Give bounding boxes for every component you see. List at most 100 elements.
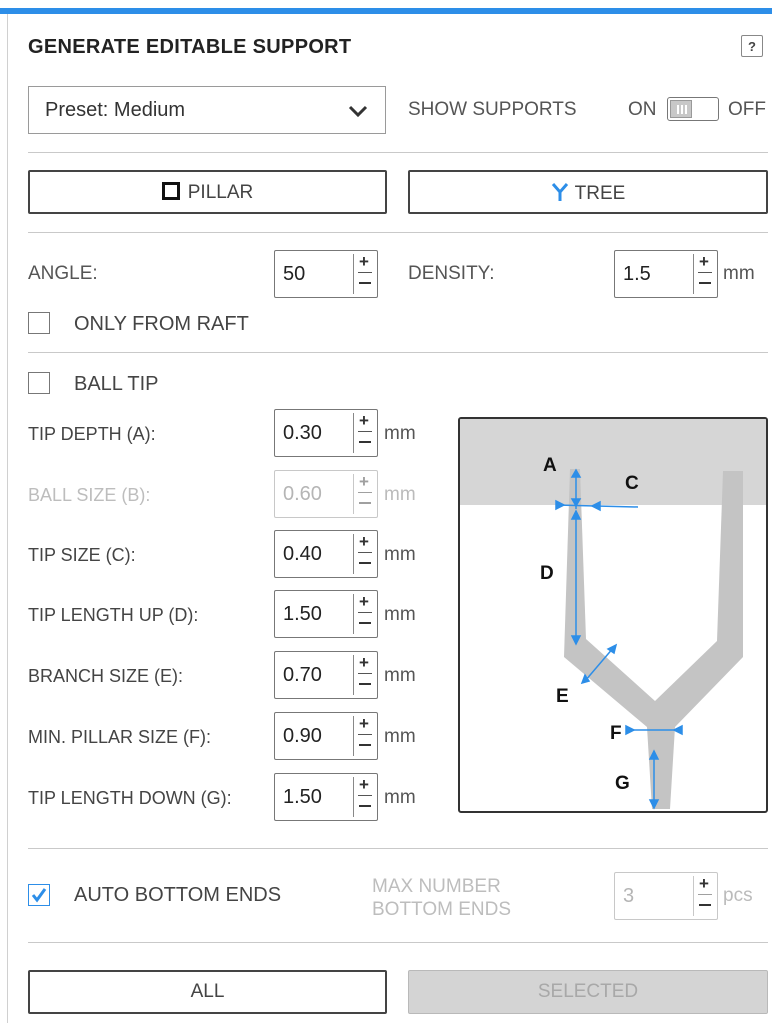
- only-from-raft-label: ONLY FROM RAFT: [74, 313, 249, 335]
- divider: [28, 848, 768, 849]
- increment-button: +: [359, 472, 369, 491]
- auto-bottom-ends-checkbox[interactable]: [28, 884, 50, 906]
- ball-tip-checkbox[interactable]: [28, 372, 50, 394]
- tip-length-up-input[interactable]: 1.50 +: [274, 590, 378, 638]
- decrement-button[interactable]: [699, 282, 711, 284]
- y-branch-icon: [551, 183, 568, 201]
- unit-label: mm: [384, 787, 416, 808]
- decrement-button[interactable]: [359, 744, 371, 746]
- increment-button[interactable]: +: [359, 715, 369, 733]
- ball-size-label: BALL SIZE (B):: [28, 485, 151, 505]
- density-unit: mm: [723, 263, 755, 284]
- panel-title: GENERATE EDITABLE SUPPORT: [28, 36, 352, 58]
- tip-length-up-label: TIP LENGTH UP (D):: [28, 605, 199, 625]
- unit-label: mm: [384, 484, 416, 505]
- toggle-off-label: OFF: [728, 99, 766, 120]
- tree-support-illustration: A C D E F G: [460, 419, 766, 810]
- density-input[interactable]: 1.5 +: [614, 250, 718, 298]
- angle-label: ANGLE:: [28, 263, 98, 284]
- show-supports-toggle[interactable]: [667, 97, 719, 121]
- toggle-on-label: ON: [628, 99, 657, 120]
- increment-button[interactable]: +: [359, 253, 369, 271]
- increment-button[interactable]: +: [359, 412, 369, 430]
- min-pillar-size-label: MIN. PILLAR SIZE (F):: [28, 727, 212, 747]
- input-value: 0.40: [283, 543, 322, 565]
- decrement-button[interactable]: [359, 562, 371, 564]
- pillar-button[interactable]: PILLAR: [28, 170, 387, 214]
- density-value: 1.5: [623, 263, 651, 285]
- max-bottom-ends-label: MAX NUMBER BOTTOM ENDS: [372, 875, 511, 921]
- tip-depth-label: TIP DEPTH (A):: [28, 424, 156, 444]
- angle-value: 50: [283, 263, 306, 285]
- increment-button[interactable]: +: [359, 776, 369, 794]
- increment-button[interactable]: +: [359, 654, 369, 672]
- decrement-button: [359, 502, 371, 504]
- panel-left-border: [7, 14, 8, 1023]
- square-outline-icon: [161, 182, 180, 200]
- tip-size-input[interactable]: 0.40 +: [274, 530, 378, 578]
- all-button[interactable]: ALL: [28, 970, 387, 1014]
- checkmark-icon: [31, 888, 47, 903]
- input-value: 0.70: [283, 664, 322, 686]
- tip-size-label: TIP SIZE (C):: [28, 545, 136, 565]
- decrement-button[interactable]: [359, 282, 371, 284]
- branch-size-input[interactable]: 0.70 +: [274, 651, 378, 699]
- pillar-label: PILLAR: [187, 182, 254, 203]
- branch-size-label: BRANCH SIZE (E):: [28, 666, 184, 686]
- unit-label: mm: [384, 423, 416, 444]
- input-value: 0.60: [283, 483, 322, 505]
- decrement-button[interactable]: [359, 805, 371, 807]
- only-from-raft-checkbox[interactable]: [28, 312, 50, 334]
- increment-button[interactable]: +: [359, 533, 369, 551]
- decrement-button[interactable]: [359, 622, 371, 624]
- diagram-label-c: C: [625, 473, 639, 494]
- divider: [28, 942, 768, 943]
- divider: [28, 352, 768, 353]
- tip-depth-input[interactable]: 0.30 +: [274, 409, 378, 457]
- chevron-down-icon: [348, 105, 368, 118]
- input-value: 3: [623, 885, 635, 907]
- unit-label: mm: [384, 665, 416, 686]
- diagram-label-e: E: [556, 686, 569, 707]
- help-button[interactable]: ?: [741, 35, 763, 57]
- unit-label: mm: [384, 544, 416, 565]
- input-value: 1.50: [283, 786, 322, 808]
- diagram-label-d: D: [540, 563, 554, 584]
- diagram-label-a: A: [543, 455, 557, 476]
- show-supports-label: SHOW SUPPORTS: [408, 99, 577, 120]
- max-bottom-ends-label-line2: BOTTOM ENDS: [372, 899, 511, 920]
- tip-length-down-label: TIP LENGTH DOWN (G):: [28, 788, 232, 808]
- input-value: 1.50: [283, 603, 322, 625]
- decrement-button[interactable]: [359, 441, 371, 443]
- decrement-button: [699, 904, 711, 906]
- max-bottom-ends-unit: pcs: [723, 885, 753, 906]
- support-diagram: A C D E F G: [458, 417, 768, 813]
- increment-button: +: [699, 874, 709, 893]
- divider: [28, 232, 768, 233]
- tree-label: TREE: [574, 183, 626, 204]
- divider: [28, 152, 768, 153]
- tip-length-down-input[interactable]: 1.50 +: [274, 773, 378, 821]
- diagram-label-g: G: [615, 773, 630, 794]
- tree-button[interactable]: TREE: [408, 170, 768, 214]
- toggle-knob: [670, 100, 692, 118]
- auto-bottom-ends-label: AUTO BOTTOM ENDS: [74, 884, 282, 906]
- preset-dropdown[interactable]: Preset: Medium: [28, 86, 386, 134]
- density-label: DENSITY:: [408, 263, 495, 284]
- ball-tip-label: BALL TIP: [74, 373, 159, 395]
- increment-button[interactable]: +: [699, 253, 709, 271]
- ball-size-input: 0.60 +: [274, 470, 378, 518]
- selected-button: SELECTED: [408, 970, 768, 1014]
- max-bottom-ends-input: 3 +: [614, 872, 718, 920]
- unit-label: mm: [384, 726, 416, 747]
- model-surface: [460, 419, 766, 505]
- decrement-button[interactable]: [359, 683, 371, 685]
- increment-button[interactable]: +: [359, 593, 369, 611]
- input-value: 0.90: [283, 725, 322, 747]
- angle-input[interactable]: 50 +: [274, 250, 378, 298]
- max-bottom-ends-label-line1: MAX NUMBER: [372, 876, 501, 897]
- unit-label: mm: [384, 604, 416, 625]
- min-pillar-size-input[interactable]: 0.90 +: [274, 712, 378, 760]
- diagram-label-f: F: [610, 723, 622, 744]
- preset-value: Preset: Medium: [45, 99, 186, 121]
